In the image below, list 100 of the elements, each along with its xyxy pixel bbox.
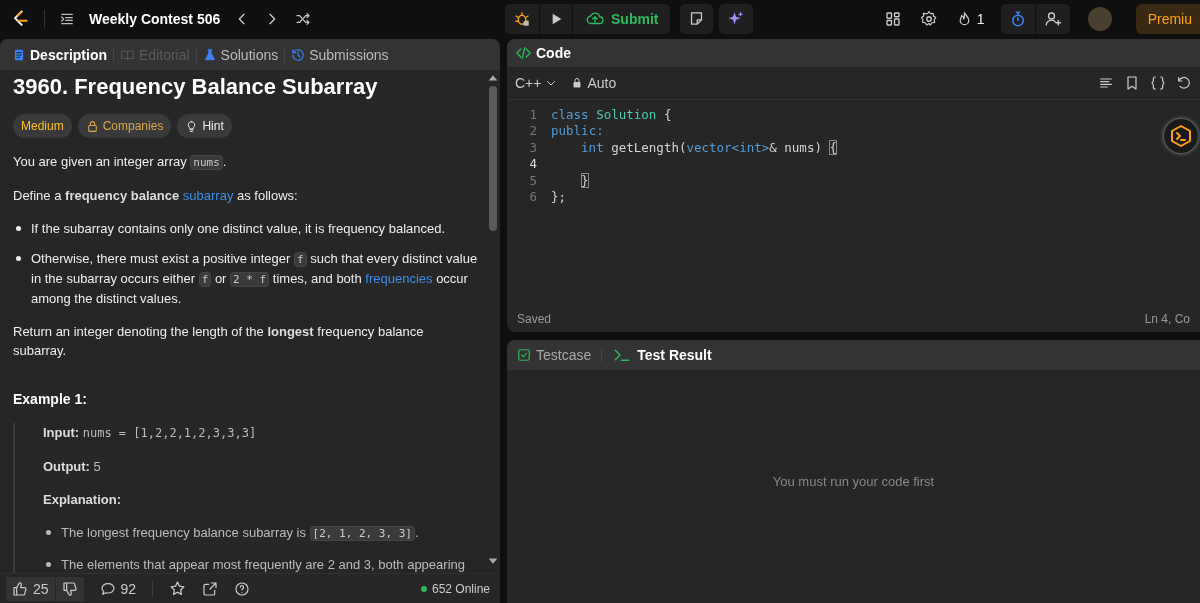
bullet-icon [16,256,21,261]
premium-button[interactable]: Premiu [1135,3,1200,34]
tab[interactable]: Test Result [610,347,714,363]
flask-icon [202,47,217,62]
bookmark-icon [1124,75,1140,91]
submit-button[interactable]: Submit [573,3,671,34]
lock-icon [85,119,99,133]
cursor-position: Ln 4, Co [1144,312,1190,326]
code-line: int getLength(vector<int>& nums) { [580,138,837,156]
line-number: 3 [528,138,538,156]
share-icon [202,580,219,597]
online-count: 652 Online [431,581,490,596]
example-heading: Example 1: [13,390,88,409]
bullet-text: The elements that appear most frequently are 2 and 3, both appearing [61,556,465,573]
dislike-button[interactable] [55,576,84,601]
language-dropdown[interactable]: C++ [515,75,558,91]
format-button[interactable] [1098,75,1114,91]
bullet-text: If the subarray contains only one distinct value, it is frequency balanced. [31,220,446,238]
explanation-label: Explanation: [43,491,122,509]
code-icon [515,45,532,61]
history-icon [291,47,306,62]
favorite-button[interactable] [169,580,187,597]
shuffle-icon [294,10,313,27]
inline-code: [2, 1, 2, 3, 3] [309,526,415,541]
bullet-text: The longest frequency balance subarray is [2, 1, 2, 3, 3] . [61,524,419,543]
tab[interactable]: Submissions [285,43,395,66]
hint-button[interactable]: Hint [177,114,232,138]
run-button[interactable] [540,3,572,34]
code-editor[interactable]: 1 class Solution { 2 public: 3 int getLength(vector<int>& nums) { 4 5 } 6 }; [507,100,1200,306]
streak-counter[interactable]: 1 [955,9,985,28]
bullet-icon [46,530,51,535]
reset-button[interactable] [1176,75,1192,91]
star-icon [169,580,187,597]
inline-code: f [294,252,307,267]
tab[interactable]: Description [6,43,113,66]
tab[interactable]: Solutions [196,43,285,66]
paragraph: Return an integer denoting the length of the longest frequency balance subarray. [13,323,425,360]
comments-button[interactable]: 92 [99,580,137,597]
share-button[interactable] [202,580,219,597]
inline-code: f [198,272,212,287]
example-output-text: Output: 5 [43,458,102,476]
link[interactable]: subarray [182,188,234,203]
document-icon [12,47,26,62]
like-button[interactable]: 25 [6,576,55,601]
grid-icon [883,9,902,28]
note-button[interactable] [680,3,714,34]
lock-icon [571,77,584,89]
book-icon [120,47,135,62]
undo-icon [1176,75,1192,91]
line-number: 6 [528,188,538,206]
floating-terminal-button[interactable] [1164,119,1198,153]
help-button[interactable] [234,580,251,597]
companies-button[interactable]: Companies [77,114,172,138]
inline-code: 2 * f [230,272,270,287]
code-line: } [580,171,589,189]
link[interactable]: frequencies [365,271,433,286]
thumbs-up-icon [12,580,28,597]
line-number: 5 [528,171,538,189]
scrollbar-thumb[interactable] [489,86,497,231]
settings-button[interactable] [919,9,938,28]
bullet-icon [16,226,21,231]
example-input-text: Input: nums = [1,2,2,1,2,3,3,3] [43,424,258,442]
code-line: }; [551,188,567,206]
line-number: 2 [528,122,538,140]
checkbox-icon [517,348,531,362]
paragraph: You are given an integer array nums . [13,153,228,172]
panel-title: Code [536,45,571,61]
speech-bubble-icon [99,580,116,597]
add-user-icon [1043,9,1062,28]
hexagon-terminal-icon [1169,124,1193,148]
ai-assistant-button[interactable] [719,3,754,34]
online-dot [420,585,427,592]
save-status: Saved [517,312,552,326]
braces-button[interactable] [1150,75,1166,91]
braces-icon [1150,75,1166,91]
tab[interactable]: Testcase [515,347,594,363]
problem-title: 3960. Frequency Balance Subarray [13,73,379,101]
invite-button[interactable] [1035,3,1070,34]
bookmark-button[interactable] [1124,75,1140,91]
timer-button[interactable] [1000,3,1035,34]
code-line: public: [551,122,604,140]
thumbs-down-icon [61,580,78,597]
layout-button[interactable] [883,9,902,28]
settings-icon [919,9,938,28]
paragraph: Define a frequency balance subarray as follows: [13,187,299,205]
help-icon [234,580,251,597]
difficulty-badge: Medium [13,114,72,138]
empty-result-message: You must run your code first [772,474,935,489]
line-number: 1 [528,105,538,123]
bug-icon [513,9,531,28]
code-line: class Solution { [551,105,672,123]
contest-title[interactable]: Weekly Contest 506 [89,10,221,27]
align-left-icon [1098,75,1114,91]
bullet-text: Otherwise, there must exist a positive integer f such that every distinct value in the subarray occurs either f or 2 * f times, and both frequencies occur among the distinct values. [31,250,478,308]
auto-mode-button[interactable]: Auto [571,75,617,91]
inline-code: nums [190,155,223,170]
bullet-icon [46,562,51,567]
debug-button[interactable] [505,3,539,34]
shuffle-button[interactable] [294,10,313,27]
line-number: 4 [528,155,538,173]
